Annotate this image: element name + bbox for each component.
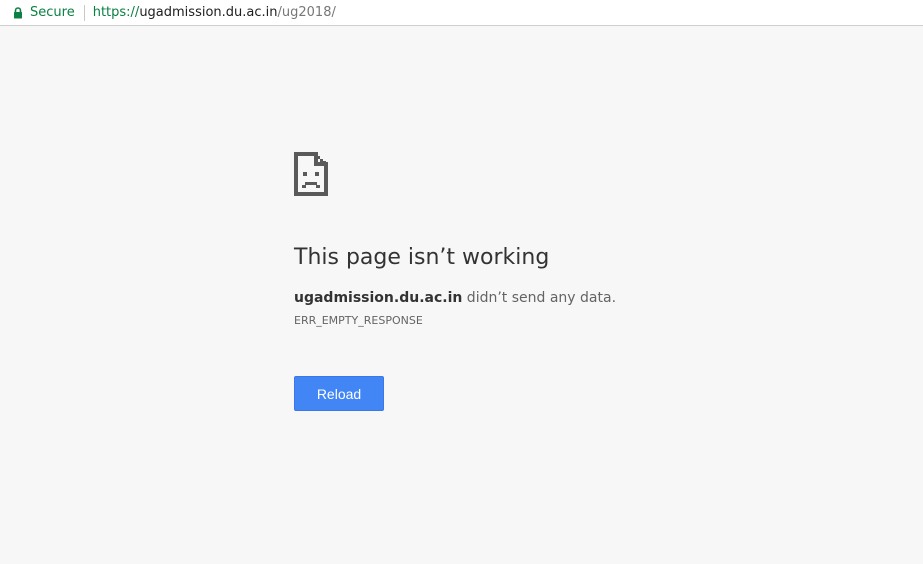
error-summary: ugadmission.du.ac.in didn’t send any dat… xyxy=(294,288,854,308)
error-code: ERR_EMPTY_RESPONSE xyxy=(294,314,423,327)
url-text[interactable]: https://ugadmission.du.ac.in/ug2018/ xyxy=(93,0,336,26)
address-bar-divider xyxy=(83,4,85,21)
lock-icon[interactable] xyxy=(8,0,28,26)
address-bar[interactable]: Secure https://ugadmission.du.ac.in/ug20… xyxy=(0,0,923,26)
reload-button[interactable]: Reload xyxy=(294,376,384,411)
security-label[interactable]: Secure xyxy=(30,0,75,26)
url-host: ugadmission.du.ac.in xyxy=(139,4,278,20)
error-page: This page isn’t working ugadmission.du.a… xyxy=(294,152,854,411)
error-message: didn’t send any data. xyxy=(462,290,617,306)
sad-page-icon xyxy=(294,152,328,196)
error-title: This page isn’t working xyxy=(294,245,550,270)
error-host: ugadmission.du.ac.in xyxy=(294,290,463,306)
url-path: /ug2018/ xyxy=(277,4,336,20)
url-scheme: https:// xyxy=(92,4,140,20)
